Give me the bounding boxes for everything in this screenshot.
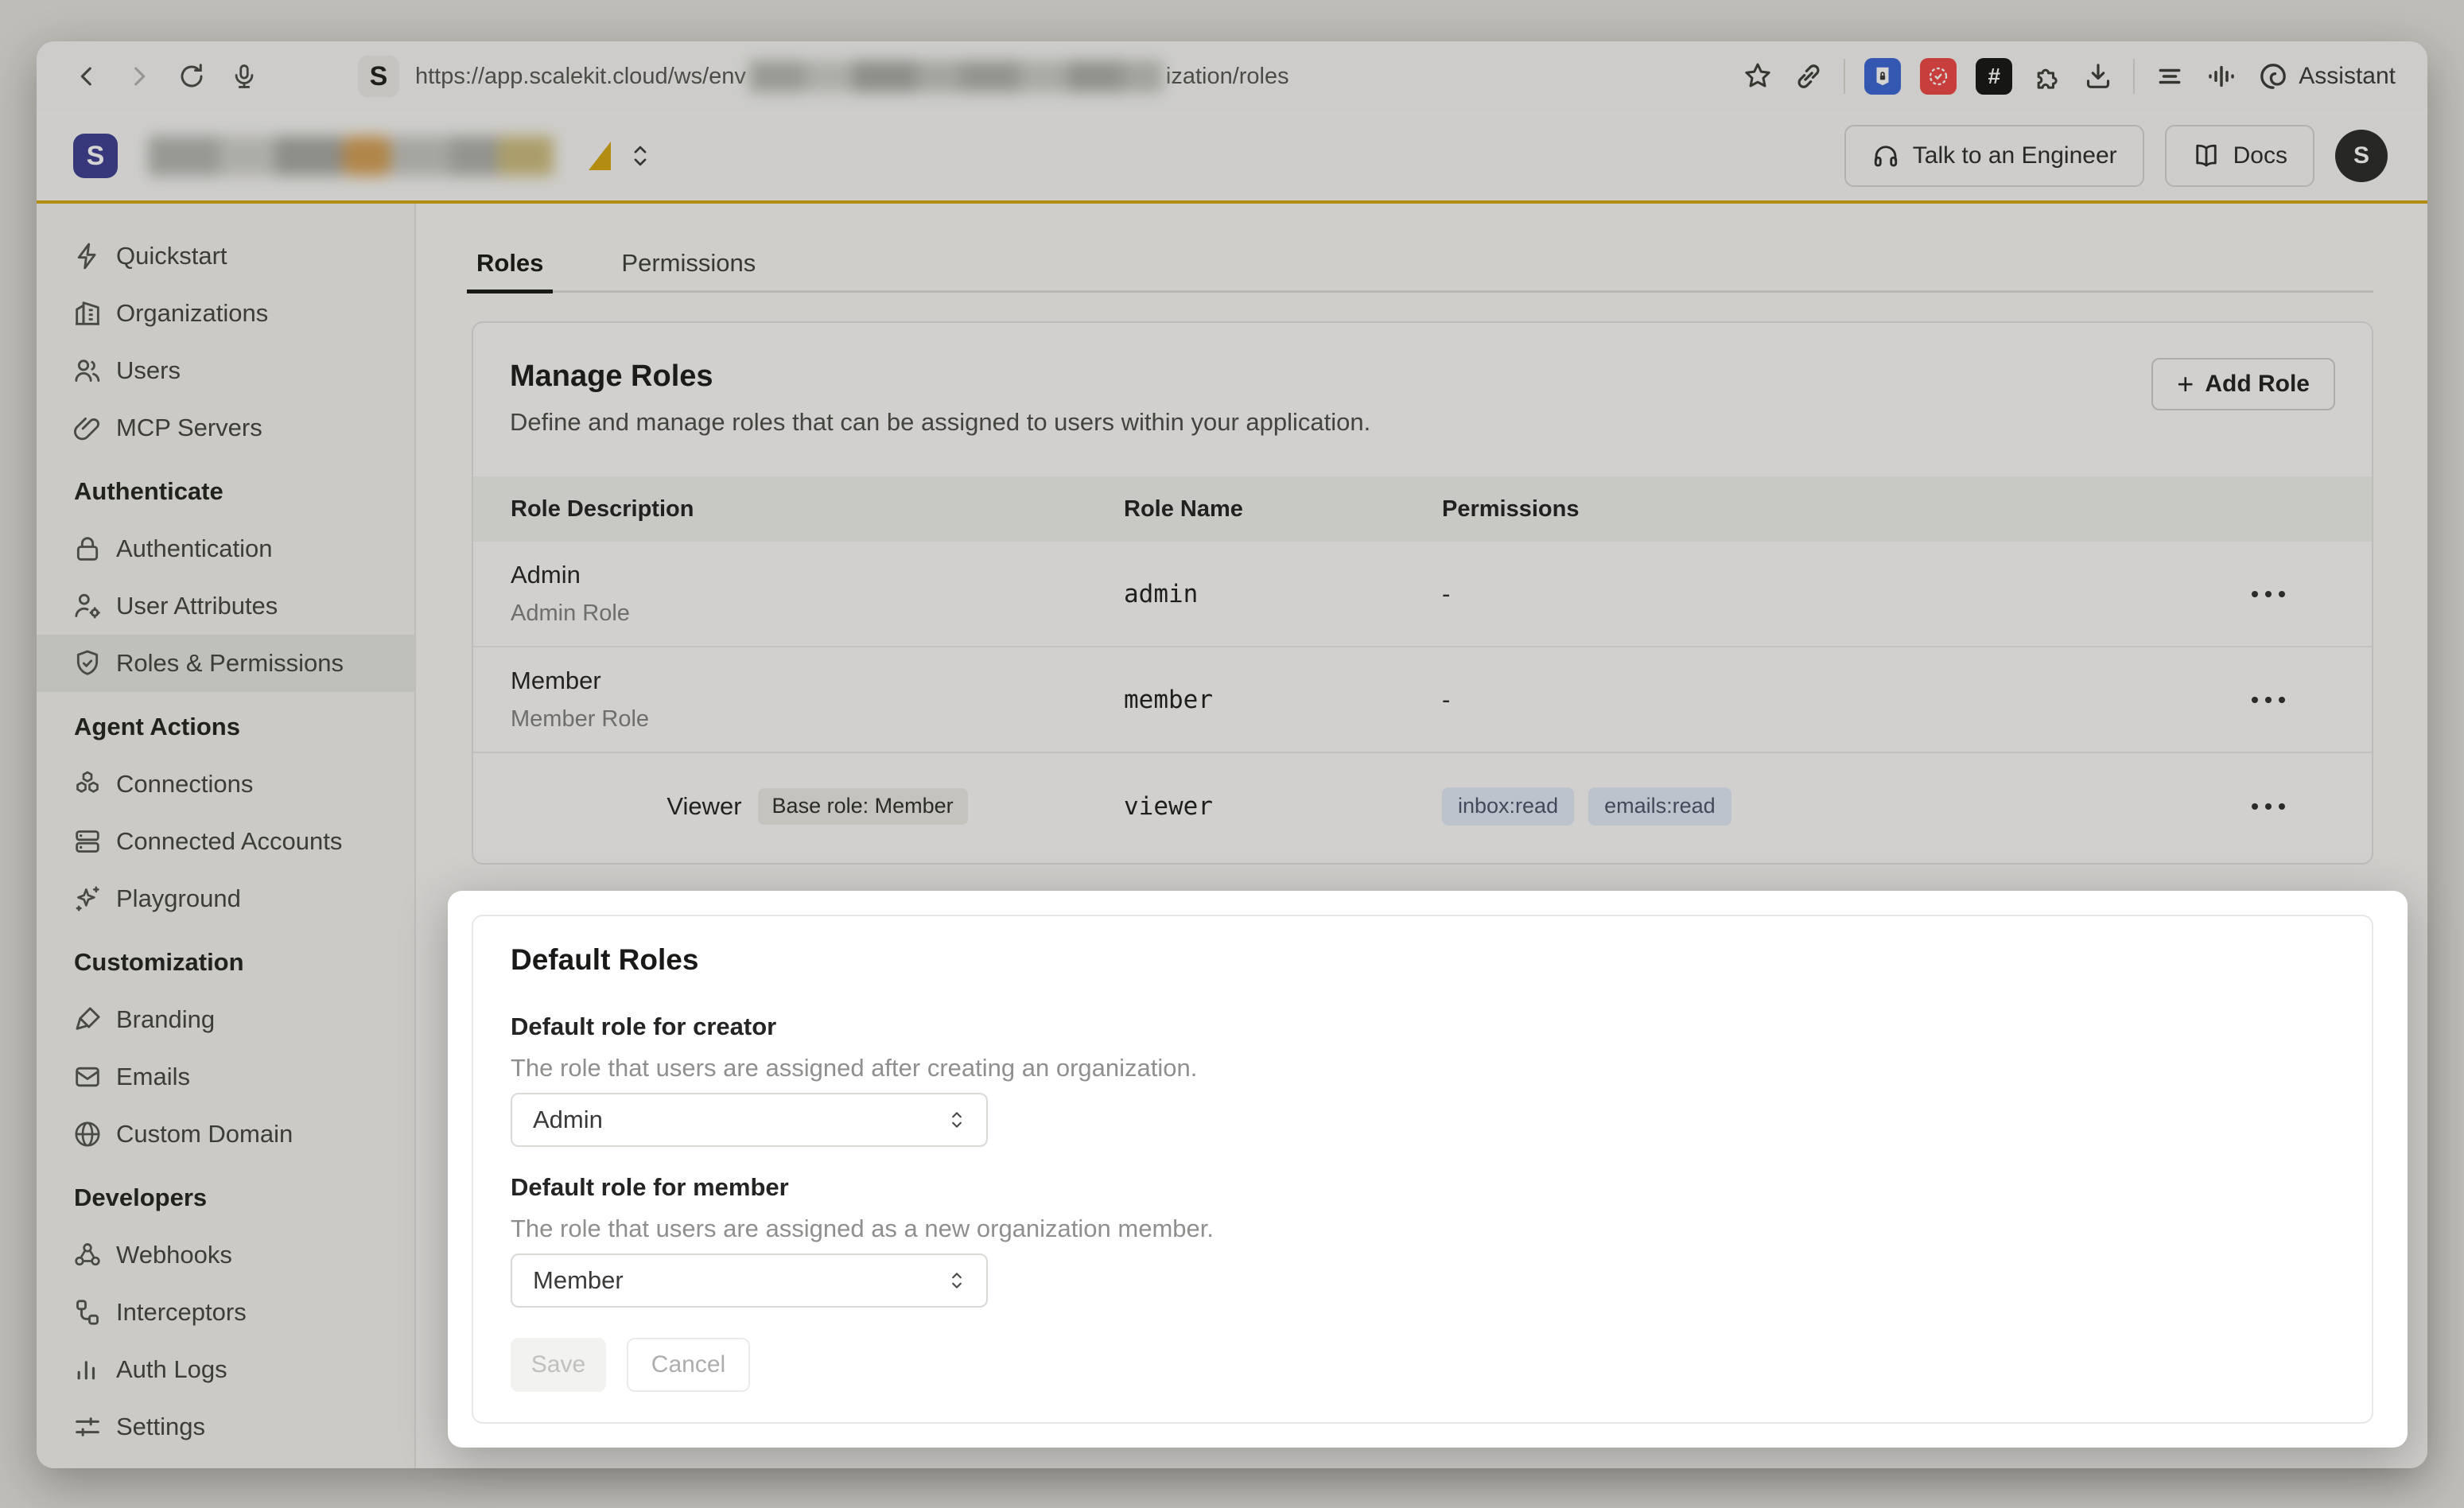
- creator-role-select[interactable]: Admin: [511, 1093, 988, 1147]
- cancel-button[interactable]: Cancel: [627, 1338, 750, 1392]
- default-roles-card: Default Roles Default role for creator T…: [472, 915, 2373, 1424]
- member-role-description: The role that users are assigned as a ne…: [511, 1214, 2334, 1244]
- member-role-select[interactable]: Member: [511, 1253, 988, 1308]
- creator-role-description: The role that users are assigned after c…: [511, 1053, 2334, 1083]
- save-button[interactable]: Save: [511, 1338, 606, 1392]
- default-roles-spotlight: Default Roles Default role for creator T…: [448, 891, 2408, 1448]
- select-chevrons-icon: [946, 1269, 967, 1292]
- member-role-label: Default role for member: [511, 1172, 2334, 1203]
- member-role-value: Member: [533, 1266, 624, 1295]
- creator-role-value: Admin: [533, 1106, 603, 1134]
- default-roles-title: Default Roles: [511, 942, 2334, 978]
- select-chevrons-icon: [946, 1108, 967, 1132]
- creator-role-label: Default role for creator: [511, 1012, 2334, 1042]
